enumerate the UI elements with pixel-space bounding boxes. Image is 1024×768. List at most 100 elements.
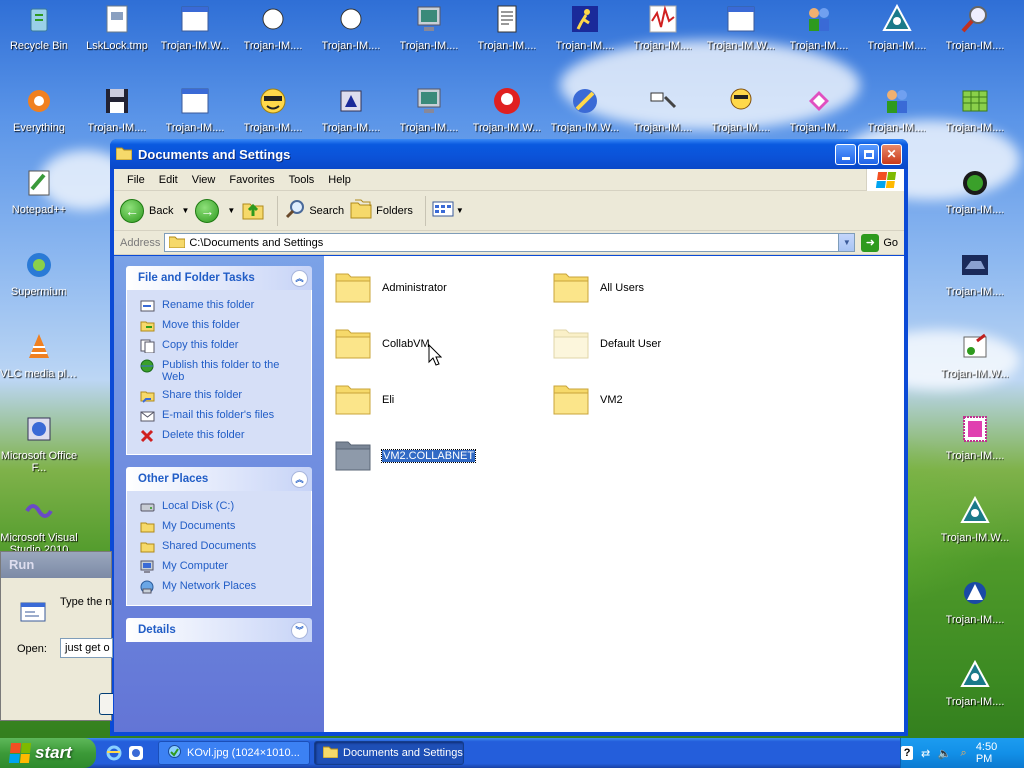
menu-view[interactable]: View — [185, 174, 223, 186]
media-player-icon[interactable] — [126, 743, 146, 763]
desktop-icon[interactable]: Notepad++ — [0, 166, 78, 216]
search-icon[interactable]: ⌕ — [957, 746, 969, 760]
task-link-label: Delete this folder — [162, 429, 245, 441]
desktop-icon[interactable]: Trojan-IM.... — [936, 576, 1014, 626]
network-tray-icon[interactable]: ⇄ — [919, 746, 931, 760]
desktop-icon[interactable]: Trojan-IM.... — [780, 2, 858, 52]
menu-edit[interactable]: Edit — [152, 174, 185, 186]
folder-item[interactable]: VM2 — [552, 380, 623, 419]
task-link[interactable]: Publish this folder to the Web — [139, 356, 301, 386]
folder-icon — [168, 235, 186, 251]
task-link[interactable]: Share this folder — [139, 386, 301, 406]
desktop-icon[interactable]: Supermium — [0, 248, 78, 298]
desktop-icon[interactable]: Trojan-IM.... — [936, 248, 1014, 298]
views-button[interactable]: ▼ — [432, 200, 464, 221]
menu-favorites[interactable]: Favorites — [222, 174, 281, 186]
desktop-icon[interactable]: Recycle Bin — [0, 2, 78, 52]
desktop-icon[interactable]: Trojan-IM.... — [624, 84, 702, 134]
task-link[interactable]: Shared Documents — [139, 537, 301, 557]
window-icon — [724, 2, 758, 36]
desktop-icon[interactable]: Trojan-IM.... — [702, 84, 780, 134]
back-button[interactable]: ← Back ▼ — [120, 198, 189, 223]
task-link[interactable]: My Network Places — [139, 577, 301, 597]
task-link[interactable]: Local Disk (C:) — [139, 497, 301, 517]
desktop-icon[interactable]: Trojan-IM.... — [390, 84, 468, 134]
task-link[interactable]: Rename this folder — [139, 296, 301, 316]
open-input[interactable]: just get o — [60, 638, 113, 658]
minimize-button[interactable] — [835, 143, 856, 165]
ie-icon[interactable] — [104, 743, 124, 763]
panel-header[interactable]: Other Places ︽ — [126, 467, 312, 491]
desktop-icon[interactable]: Trojan-IM.... — [858, 84, 936, 134]
chevron-down-icon[interactable]: ▼ — [227, 206, 235, 215]
desktop-icon[interactable]: Trojan-IM.... — [312, 84, 390, 134]
run-title[interactable]: Run — [1, 552, 111, 578]
desktop-icon[interactable]: Trojan-IM.... — [78, 84, 156, 134]
desktop-icon[interactable]: Trojan-IM.... — [936, 84, 1014, 134]
desktop-icon[interactable]: Trojan-IM.... — [234, 2, 312, 52]
desktop-icon[interactable]: Trojan-IM.... — [624, 2, 702, 52]
desktop-icon[interactable]: Trojan-IM.... — [780, 84, 858, 134]
desktop-icon[interactable]: Trojan-IM.... — [936, 412, 1014, 462]
menu-tools[interactable]: Tools — [282, 174, 322, 186]
folders-button[interactable]: Folders — [350, 199, 413, 222]
panel-header[interactable]: Details ︾ — [126, 618, 312, 642]
desktop-icon[interactable]: Trojan-IM.... — [234, 84, 312, 134]
folder-item[interactable]: Default User — [552, 324, 661, 363]
volume-icon[interactable]: 🔈 — [938, 746, 952, 760]
forward-button[interactable]: → ▼ — [195, 198, 235, 223]
desktop-icon[interactable]: Everything — [0, 84, 78, 134]
panel-header[interactable]: File and Folder Tasks ︽ — [126, 266, 312, 290]
task-link[interactable]: Move this folder — [139, 316, 301, 336]
close-button[interactable]: ✕ — [881, 143, 902, 165]
address-dropdown-button[interactable]: ▼ — [838, 234, 855, 251]
folder-item[interactable]: CollabVM — [334, 324, 430, 363]
desktop-icon[interactable]: Trojan-IM.W... — [156, 2, 234, 52]
task-link[interactable]: My Documents — [139, 517, 301, 537]
folder-item[interactable]: Eli — [334, 380, 394, 419]
ok-button[interactable] — [99, 693, 113, 715]
desktop-icon[interactable]: Trojan-IM.W... — [702, 2, 780, 52]
desktop-icon[interactable]: Trojan-IM.... — [936, 2, 1014, 52]
expand-chevron-icon[interactable]: ︾ — [291, 621, 308, 639]
desktop-icon[interactable]: LskLock.tmp — [78, 2, 156, 52]
taskbar-button[interactable]: KOvl.jpg (1024×1010... — [158, 741, 310, 765]
task-link[interactable]: E-mail this folder's files — [139, 406, 301, 426]
desktop-icon[interactable]: Trojan-IM.W... — [936, 494, 1014, 544]
desktop-icon[interactable]: Trojan-IM.W... — [546, 84, 624, 134]
task-link[interactable]: Copy this folder — [139, 336, 301, 356]
folder-item[interactable]: VM2.COLLABNET — [334, 436, 477, 475]
help-icon[interactable]: ? — [900, 746, 914, 760]
desktop-icon[interactable]: Trojan-IM.... — [156, 84, 234, 134]
desktop-icon[interactable]: Microsoft Visual Studio 2010 — [0, 494, 78, 556]
desktop-icon[interactable]: Trojan-IM.... — [936, 166, 1014, 216]
task-link[interactable]: Delete this folder — [139, 426, 301, 446]
search-button[interactable]: Search — [284, 198, 344, 223]
address-input[interactable]: C:\Documents and Settings ▼ — [164, 233, 856, 252]
desktop-icon[interactable]: VLC media player — [0, 330, 78, 380]
maximize-button[interactable] — [858, 143, 879, 165]
task-link[interactable]: My Computer — [139, 557, 301, 577]
desktop-icon[interactable]: Trojan-IM.... — [546, 2, 624, 52]
collapse-chevron-icon[interactable]: ︽ — [291, 269, 308, 287]
up-button[interactable] — [241, 198, 265, 223]
start-button[interactable]: start — [0, 738, 96, 768]
chevron-down-icon[interactable]: ▼ — [181, 206, 189, 215]
desktop-icon[interactable]: Trojan-IM.W... — [468, 84, 546, 134]
taskbar-button[interactable]: Documents and Settings — [314, 741, 464, 765]
go-button[interactable]: ➜ Go — [861, 233, 898, 252]
menu-help[interactable]: Help — [321, 174, 358, 186]
menu-file[interactable]: File — [120, 174, 152, 186]
everything-icon — [22, 84, 56, 118]
collapse-chevron-icon[interactable]: ︽ — [291, 470, 308, 488]
desktop-icon[interactable]: Trojan-IM.W... — [936, 330, 1014, 380]
desktop-icon[interactable]: Microsoft Office F... — [0, 412, 78, 474]
title-bar[interactable]: Documents and Settings ✕ — [110, 139, 908, 169]
folder-item[interactable]: All Users — [552, 268, 644, 307]
desktop-icon[interactable]: Trojan-IM.... — [390, 2, 468, 52]
folder-item[interactable]: Administrator — [334, 268, 447, 307]
desktop-icon[interactable]: Trojan-IM.... — [858, 2, 936, 52]
desktop-icon[interactable]: Trojan-IM.... — [468, 2, 546, 52]
desktop-icon[interactable]: Trojan-IM.... — [312, 2, 390, 52]
desktop-icon[interactable]: Trojan-IM.... — [936, 658, 1014, 708]
